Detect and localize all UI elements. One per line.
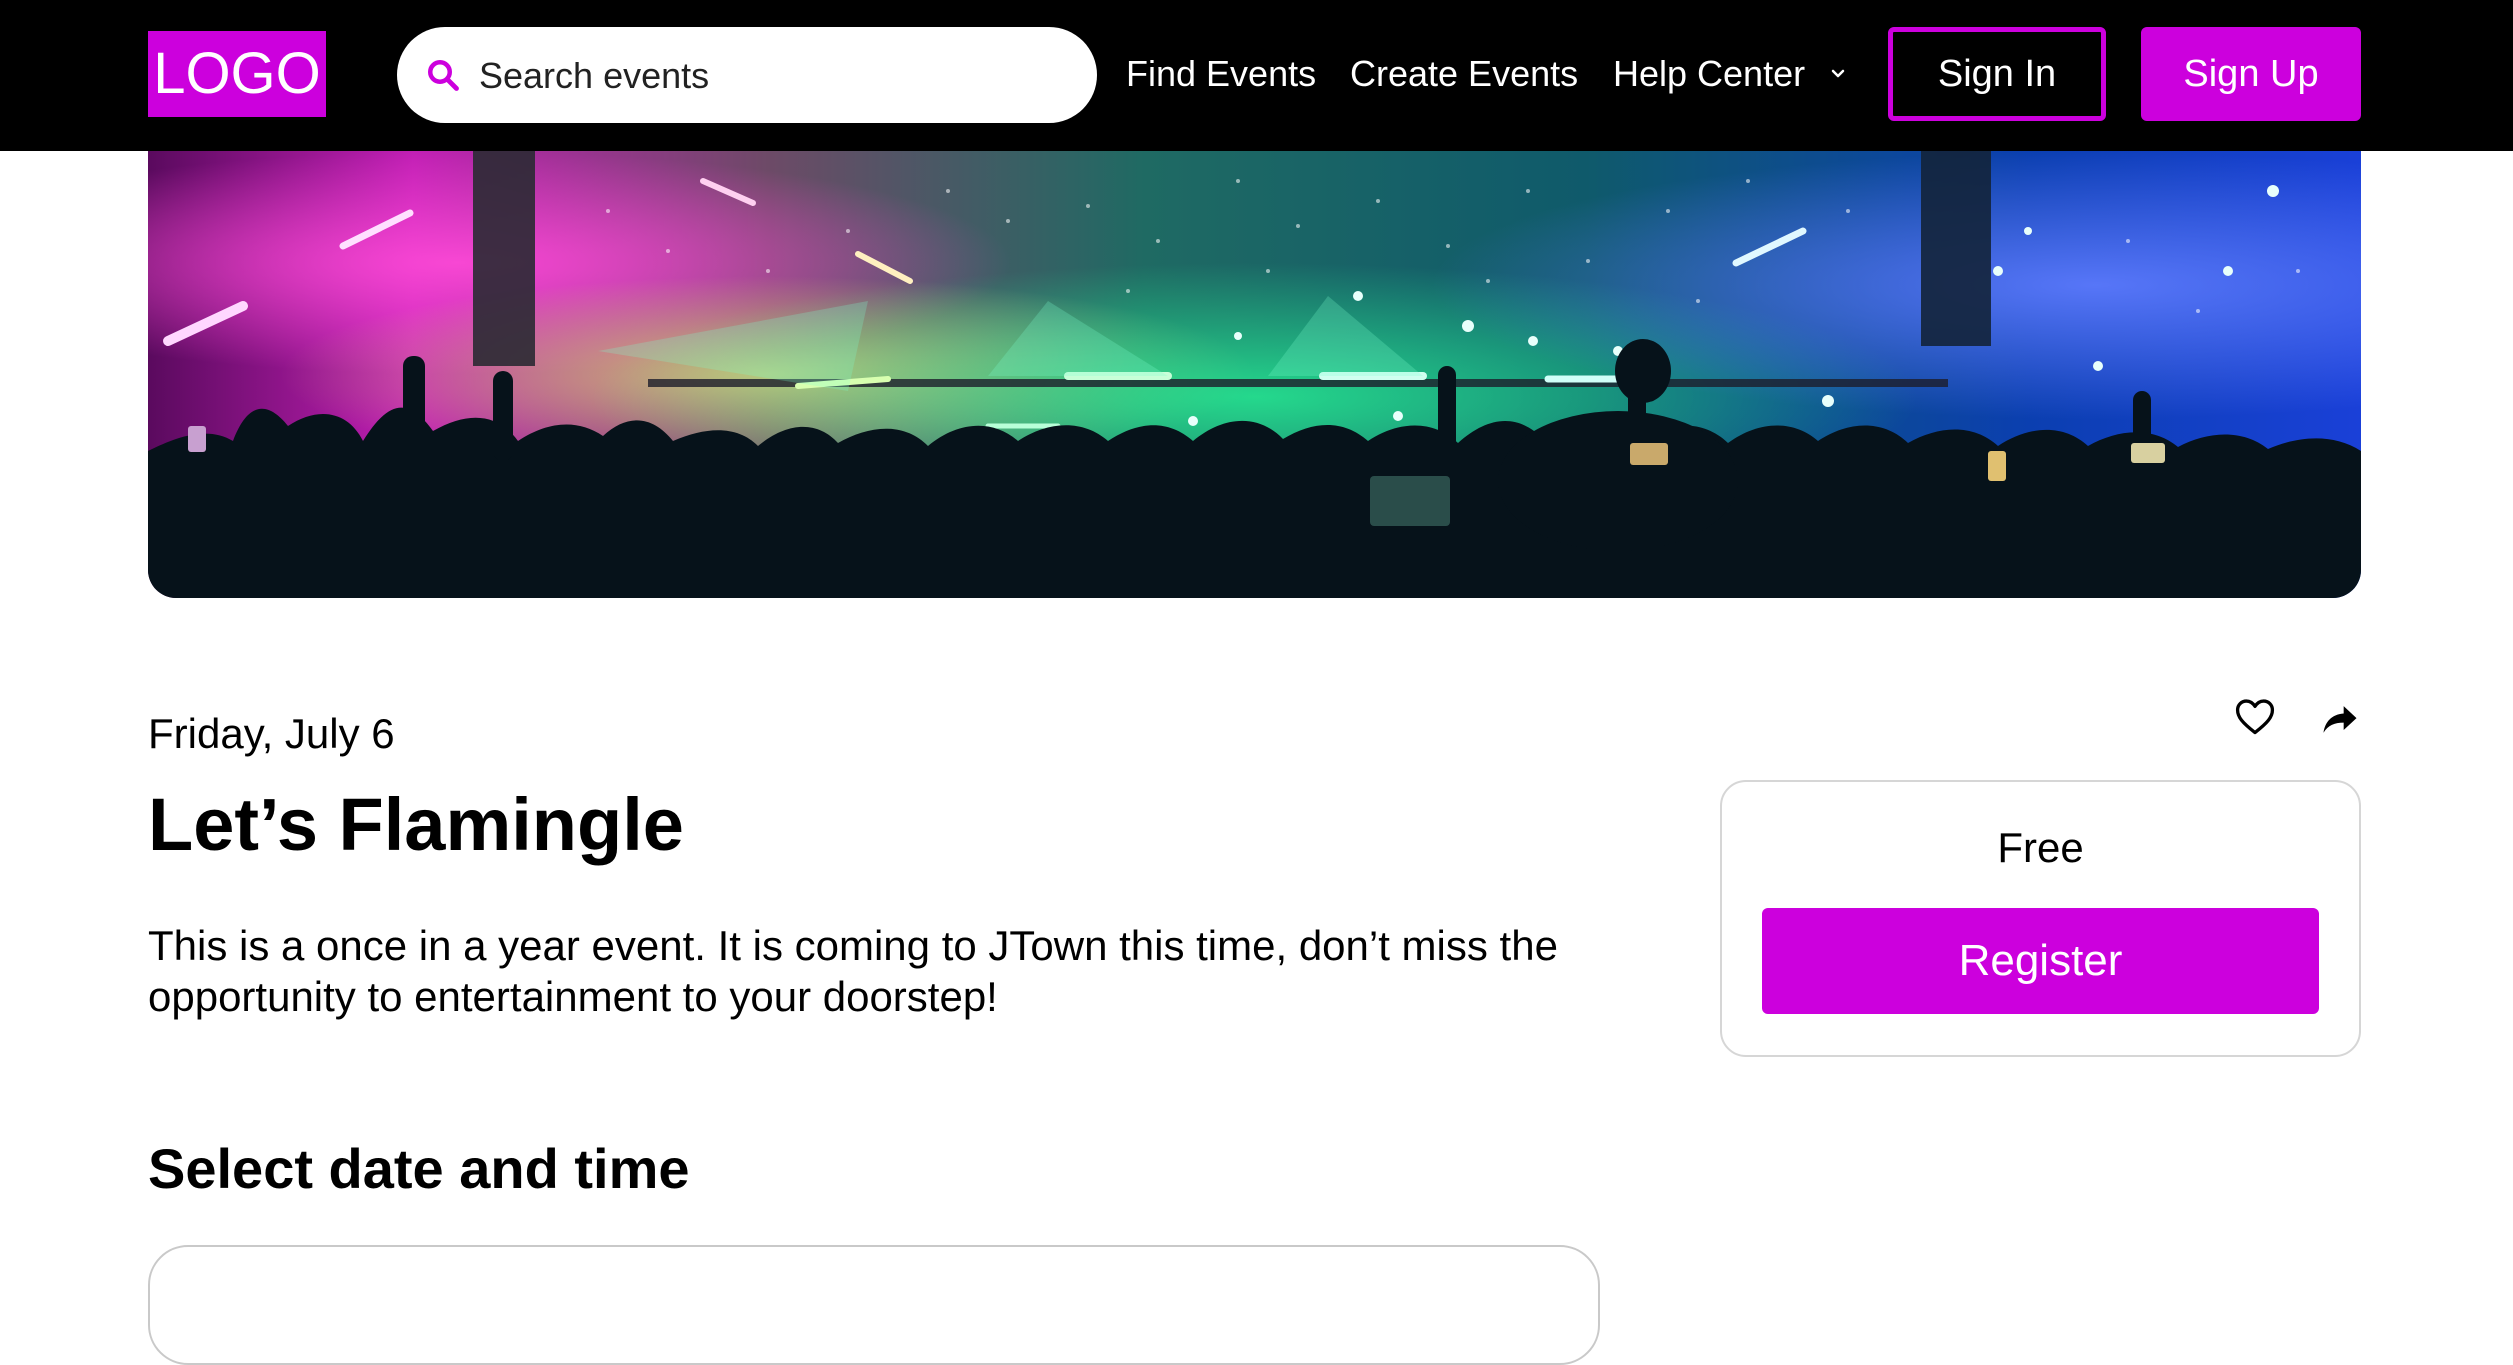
- search-icon: [428, 60, 459, 91]
- search-box[interactable]: [397, 27, 1097, 123]
- sign-in-button[interactable]: Sign In: [1888, 27, 2106, 121]
- event-description: This is a once in a year event. It is co…: [148, 922, 1558, 1020]
- concert-photo: [148, 151, 2361, 598]
- logo[interactable]: LOGO: [148, 31, 326, 117]
- date-time-selector[interactable]: [148, 1245, 1600, 1365]
- event-hero-image: [148, 151, 2361, 598]
- ticket-price: Free: [1997, 824, 2084, 871]
- event-title: Let’s Flamingle: [148, 783, 684, 866]
- sign-up-button[interactable]: Sign Up: [2141, 27, 2361, 121]
- ticket-card: Free Register: [1720, 780, 2361, 1057]
- register-button[interactable]: Register: [1762, 908, 2319, 1014]
- heart-icon[interactable]: [2233, 695, 2277, 739]
- nav-help-center[interactable]: Help Center: [1613, 48, 1805, 100]
- top-navigation-bar: LOGO Find Events Create Events Help Cent…: [0, 0, 2513, 151]
- nav-create-events[interactable]: Create Events: [1350, 48, 1578, 100]
- share-icon[interactable]: [2318, 697, 2362, 741]
- nav-find-events[interactable]: Find Events: [1126, 48, 1316, 100]
- select-date-heading: Select date and time: [148, 1137, 690, 1200]
- search-input[interactable]: [477, 45, 1061, 107]
- event-date: Friday, July 6: [148, 710, 395, 757]
- chevron-down-icon[interactable]: [1828, 64, 1848, 84]
